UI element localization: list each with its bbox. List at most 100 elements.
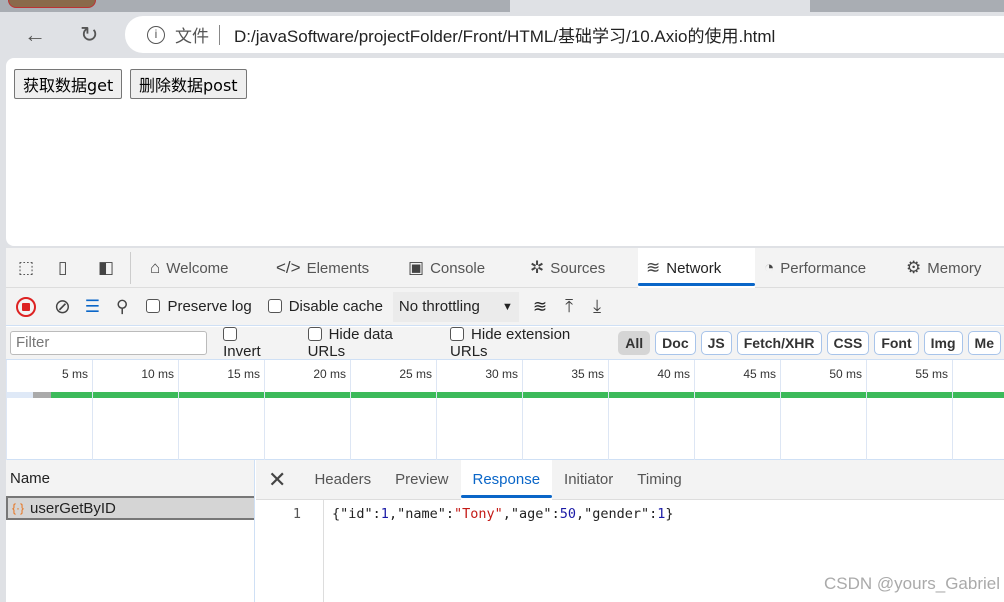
reload-icon[interactable]: ↻ (80, 22, 98, 48)
response-line[interactable]: {"id":1,"name":"Tony","age":50,"gender":… (332, 506, 674, 522)
json-token: "id" (340, 506, 373, 522)
throttling-select[interactable]: No throttling ▼ (392, 291, 519, 322)
clear-icon[interactable]: ⊘ (54, 294, 71, 319)
tick-label: 40 ms (657, 367, 690, 381)
filter-bar: Filter Invert Hide data URLs Hide extens… (6, 326, 1004, 360)
bug-icon: ✲ (530, 258, 545, 277)
hide-extension-urls-checkbox[interactable]: Hide extension URLs (450, 326, 606, 360)
back-icon[interactable]: ← (24, 22, 46, 48)
tab-label: Sources (550, 259, 606, 277)
code-icon: </> (276, 258, 301, 277)
filter-input[interactable]: Filter (10, 331, 208, 355)
tab-performance[interactable]: ◔ Performance (764, 248, 866, 288)
close-icon[interactable]: ✕ (256, 467, 302, 493)
json-token: : (445, 506, 454, 522)
tab-label: Performance (780, 259, 867, 277)
line-number: 1 (256, 500, 324, 602)
device-toolbar-icon[interactable]: ▯ (58, 248, 67, 288)
search-icon[interactable]: ⚲ (116, 297, 128, 317)
timeline-tick: 5 ms (6, 360, 92, 460)
tab-label: Network (666, 259, 722, 277)
filter-chip-me[interactable]: Me (967, 331, 1001, 355)
tab-favicon[interactable] (8, 0, 96, 8)
invert-checkbox[interactable]: Invert (223, 326, 279, 360)
name-column-header[interactable]: Name (6, 460, 254, 496)
detail-tab-initiator[interactable]: Initiator (552, 460, 625, 500)
filter-chip-doc[interactable]: Doc (655, 331, 696, 355)
address-label: 文件 (175, 27, 209, 46)
json-token: "age" (510, 506, 552, 522)
filter-chip-js[interactable]: JS (700, 331, 732, 355)
detail-tab-response[interactable]: Response (460, 459, 553, 500)
tick-label: 30 ms (485, 367, 518, 381)
detail-tab-preview[interactable]: Preview (383, 460, 460, 500)
timeline-tick: 20 ms (264, 360, 350, 460)
timeline-tick: 40 ms (608, 360, 694, 460)
filter-chip-css[interactable]: CSS (826, 331, 870, 355)
tab-memory[interactable]: ⚙ Memory (906, 248, 981, 288)
tab-network[interactable]: ≋ Network (638, 248, 755, 288)
record-stop-icon[interactable] (16, 296, 36, 317)
network-timeline: 5 ms 10 ms 15 ms 20 ms 25 ms 30 ms 35 ms 40 ms 4… (6, 360, 1004, 460)
json-token: 1 (380, 506, 389, 522)
timeline-tick: 10 ms (92, 360, 178, 460)
timeline-tick: 35 ms (522, 360, 608, 460)
devtools-tab-bar: ⬚ ▯ ◧ ⌂ Welcome </> Elements ▣ Console ✲ Sou… (6, 248, 1004, 288)
url-text[interactable]: D:/javaSoftware/projectFolder/Front/HTML… (234, 22, 775, 47)
browser-toolbar: ← ↻ i 文件 D:/javaSoftware/projectFolder/F… (0, 12, 1004, 58)
delete-data-button[interactable]: 删除数据post (130, 69, 247, 99)
page-content: 获取数据get 删除数据post (6, 58, 1004, 246)
timeline-tick: 55 ms (866, 360, 952, 460)
checkbox-label: Invert (223, 343, 261, 360)
json-token: : (551, 506, 560, 522)
gauge-icon: ◔ (764, 258, 775, 277)
inspect-icon[interactable]: ⬚ (18, 248, 34, 288)
console-icon: ▣ (408, 258, 425, 277)
filter-chip-all[interactable]: All (618, 331, 651, 355)
dock-icon[interactable]: ◧ (98, 248, 114, 288)
detail-tab-timing[interactable]: Timing (625, 460, 693, 500)
tick-label: 15 ms (227, 367, 260, 381)
json-token: , (388, 506, 398, 522)
timeline-tick: 50 ms (780, 360, 866, 460)
detail-tab-headers[interactable]: Headers (302, 460, 383, 500)
active-browser-tab[interactable] (510, 0, 810, 12)
disable-cache-checkbox[interactable]: Disable cache (267, 298, 383, 315)
divider (130, 252, 131, 284)
chip-icon: ⚙ (906, 258, 922, 277)
tab-elements[interactable]: </> Elements (276, 248, 369, 288)
filter-chip-img[interactable]: Img (923, 331, 963, 355)
timeline-tick: 30 ms (436, 360, 522, 460)
address-bar[interactable]: i 文件 D:/javaSoftware/projectFolder/Front… (125, 16, 1004, 53)
tab-console[interactable]: ▣ Console (408, 248, 485, 288)
json-token: , (502, 506, 511, 522)
json-token: : (372, 506, 381, 522)
divider (219, 24, 220, 45)
network-conditions-icon[interactable]: ≋ (533, 297, 547, 317)
get-data-button[interactable]: 获取数据get (14, 69, 123, 99)
network-toolbar: ⊘ ☰ ⚲ Preserve log Disable cache No thro… (6, 288, 1004, 326)
tab-label: Memory (927, 259, 982, 277)
tab-sources[interactable]: ✲ Sources (530, 248, 605, 288)
import-har-icon[interactable]: ⤒ (565, 296, 573, 317)
request-list: Name {·} userGetByID (6, 460, 255, 602)
checkbox-label: Hide extension URLs (450, 326, 571, 360)
filter-icon[interactable]: ☰ (85, 297, 100, 317)
fetch-icon: {·} (12, 501, 25, 515)
filter-chip-font[interactable]: Font (874, 331, 919, 355)
dropdown-arrow-icon: ▼ (502, 300, 513, 313)
preserve-log-checkbox[interactable]: Preserve log (146, 298, 252, 315)
info-icon[interactable]: i (147, 25, 165, 44)
checkbox-label: Disable cache (288, 298, 383, 315)
json-token: 50 (559, 506, 576, 522)
hide-data-urls-checkbox[interactable]: Hide data URLs (307, 326, 430, 360)
export-har-icon[interactable]: ⤓ (593, 296, 601, 317)
tab-welcome[interactable]: ⌂ Welcome (150, 248, 229, 288)
resource-type-filters: All Doc JS Fetch/XHR CSS Font Img Me (618, 331, 1004, 355)
request-row[interactable]: {·} userGetByID (6, 496, 254, 520)
checkbox-label: Preserve log (167, 298, 252, 315)
request-name: userGetByID (30, 499, 116, 517)
tick-label: 5 ms (61, 367, 88, 381)
filter-chip-fetchxhr[interactable]: Fetch/XHR (736, 331, 822, 355)
json-token: "name" (397, 506, 446, 522)
